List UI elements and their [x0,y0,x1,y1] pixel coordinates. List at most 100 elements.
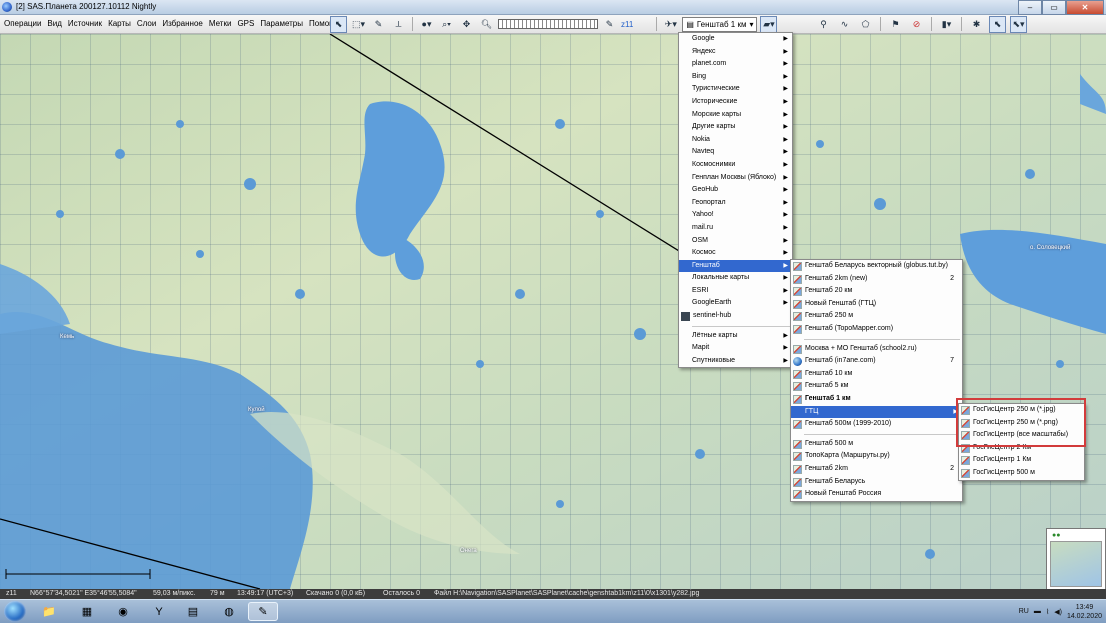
source-menu-item[interactable]: Другие карты ▶ [679,121,792,134]
source-menu-item[interactable]: Генплан Москвы (Яблоко) ▶ [679,172,792,185]
genshtab-menu-item[interactable]: Генштаб 2km 2 [791,463,962,476]
source-menu-item[interactable]: Navteq ▶ [679,146,792,159]
mark-point-icon[interactable]: ⚲ [815,16,832,33]
mark-path-icon[interactable]: ∿ [836,16,853,33]
maximize-button[interactable]: ▭ [1042,0,1066,15]
gps-track-icon[interactable]: ✱ [968,16,985,33]
source-menu-item[interactable]: Локальные карты ▶ [679,272,792,285]
genshtab-menu-item[interactable]: Новый Генштаб (ГТЦ) [791,298,962,311]
no-marks-icon[interactable]: ⊘ [908,16,925,33]
sasplanet-task-icon[interactable]: ◍ [214,602,244,621]
source-menu-item[interactable]: Космоснимки ▶ [679,159,792,172]
status-altitude: 79 м [210,590,225,597]
menu-item[interactable]: Избранное [162,18,203,30]
menu-item[interactable]: Слои [137,18,156,30]
source-menu-item[interactable]: Yahoo! ▶ [679,209,792,222]
menu-item[interactable]: GPS [237,18,254,30]
explorer-icon[interactable]: 📁 [34,602,64,621]
genshtab-menu-item[interactable]: Генштаб (TopoMapper.com) [791,323,962,336]
start-button[interactable] [4,601,26,622]
source-menu-item[interactable]: Марit ▶ [679,342,792,355]
calculator-icon[interactable]: ▦ [72,602,102,621]
minimize-button[interactable]: – [1018,0,1042,15]
cache-icon[interactable]: ▮▾ [938,16,955,33]
overview-controls-icon[interactable]: ●● [1052,532,1060,539]
submenu-arrow-icon: ▶ [783,250,788,257]
genshtab-menu-item[interactable]: Генштаб 1 км [791,393,962,406]
search-icon[interactable]: ⌕▾ [438,16,455,33]
source-menu-item[interactable]: Генштаб ▶ [679,259,792,273]
genshtab-menu-item[interactable]: Генштаб Беларусь [791,476,962,489]
word-icon[interactable]: ▤ [178,602,208,621]
genshtab-menu-item[interactable]: Новый Генштаб Россия [791,488,962,501]
select-area-icon[interactable]: ⬚▾ [350,16,367,33]
source-menu-item[interactable]: Спутниковые ▶ [679,355,792,368]
source-menu-item[interactable]: Лётные карты ▶ [679,330,792,343]
source-menu-item[interactable]: GeoHub ▶ [679,184,792,197]
layers-button-icon[interactable]: ▰▾ [760,15,778,33]
source-menu-item[interactable]: Морские карты ▶ [679,109,792,122]
volume-icon[interactable]: ◀) [1054,608,1062,616]
gps-icon[interactable]: ●▾ [418,16,435,33]
source-menu-item[interactable]: GoogleEarth ▶ [679,297,792,310]
menu-item[interactable]: Метки [209,18,232,30]
cursor-options-icon[interactable]: ⬉▾ [1010,15,1027,33]
source-menu-item[interactable]: Исторические ▶ [679,96,792,109]
genshtab-menu-item[interactable]: Генштаб Беларусь векторный (globus.tut.b… [791,260,962,273]
source-menu-label: GeoHub [692,186,719,194]
genshtab-menu-item[interactable]: ГТЦ ▶ [791,405,962,419]
path-icon[interactable]: ⟂ [390,16,407,33]
fullscreen-icon[interactable]: ✥ [458,16,475,33]
gtc-menu-item[interactable]: ГосГисЦентр 1 Км [959,454,1084,467]
source-menu-item[interactable]: ESRI ▶ [679,285,792,298]
source-menu-item[interactable]: sentinel-hub [679,310,792,323]
source-menu-item[interactable]: Nokia ▶ [679,134,792,147]
source-menu-item[interactable]: Геопортал ▶ [679,197,792,210]
menu-item[interactable]: Вид [47,18,61,30]
cursor-mode-icon[interactable]: ⬉ [989,15,1006,33]
genshtab-menu-item[interactable]: Генштаб 250 м [791,310,962,323]
source-menu-item[interactable]: Bing ▶ [679,71,792,84]
mark-poly-icon[interactable]: ⬠ [857,16,874,33]
marks-icon[interactable]: ⚑ [887,16,904,33]
source-menu-item[interactable]: Туристические ▶ [679,83,792,96]
pointer-tool-icon[interactable]: ⬉ [330,15,347,33]
flag-icon[interactable]: ▬ [1034,608,1041,615]
firefox-icon[interactable]: ◉ [108,602,138,621]
genshtab-menu-item[interactable]: Генштаб (in7ane.com) 7 [791,355,962,368]
genshtab-menu-item[interactable]: Москва + МО Генштаб (school2.ru) [791,343,962,356]
overview-window[interactable]: ●● [1046,528,1106,590]
clock[interactable]: 13:49 14.02.2020 [1067,603,1102,621]
zoom-in-icon[interactable]: ✎ [601,16,618,33]
menu-item[interactable]: Карты [108,18,131,30]
zoom-slider[interactable] [498,19,598,29]
genshtab-menu-item[interactable]: Генштаб 10 км [791,368,962,381]
menu-item[interactable]: Источник [68,18,102,30]
map-selector[interactable]: ▤ Генштаб 1 км ▾ [682,16,758,32]
genshtab-menu-item[interactable]: Генштаб 5 км [791,380,962,393]
genshtab-menu-item[interactable]: Генштаб 500 м [791,438,962,451]
paint-icon[interactable]: ✎ [248,602,278,621]
genshtab-menu-item[interactable]: Генштаб 2km (new) 2 [791,273,962,286]
source-menu-item[interactable]: Космос ▶ [679,247,792,260]
menu-item[interactable]: Операции [4,18,41,30]
language-indicator[interactable]: RU [1019,608,1029,615]
genshtab-menu-item[interactable]: ТопоКарта (Маршруты.ру) [791,450,962,463]
overview-map[interactable] [1050,541,1102,587]
close-button[interactable]: ✕ [1066,0,1104,15]
source-menu-item[interactable]: Google ▶ [679,33,792,46]
menu-item[interactable]: Параметры [260,18,303,30]
source-menu-item[interactable]: mail.ru ▶ [679,222,792,235]
genshtab-menu-item[interactable]: Генштаб 20 км [791,285,962,298]
source-menu-item[interactable]: OSM ▶ [679,235,792,248]
ruler-icon[interactable]: ✎ [370,16,387,33]
yandex-browser-icon[interactable]: Y [144,602,174,621]
satellite-icon[interactable]: ✈▾ [662,16,679,33]
network-icon[interactable]: ⌇ [1046,608,1049,616]
menu-separator [804,433,960,435]
source-menu-item[interactable]: Яндекс ▶ [679,46,792,59]
zoom-out-icon[interactable]: 🔍︎ [478,16,495,33]
genshtab-menu-item[interactable]: Генштаб 500м (1999-2010) [791,418,962,431]
gtc-menu-item[interactable]: ГосГисЦентр 500 м [959,467,1084,480]
source-menu-item[interactable]: planet.com ▶ [679,58,792,71]
